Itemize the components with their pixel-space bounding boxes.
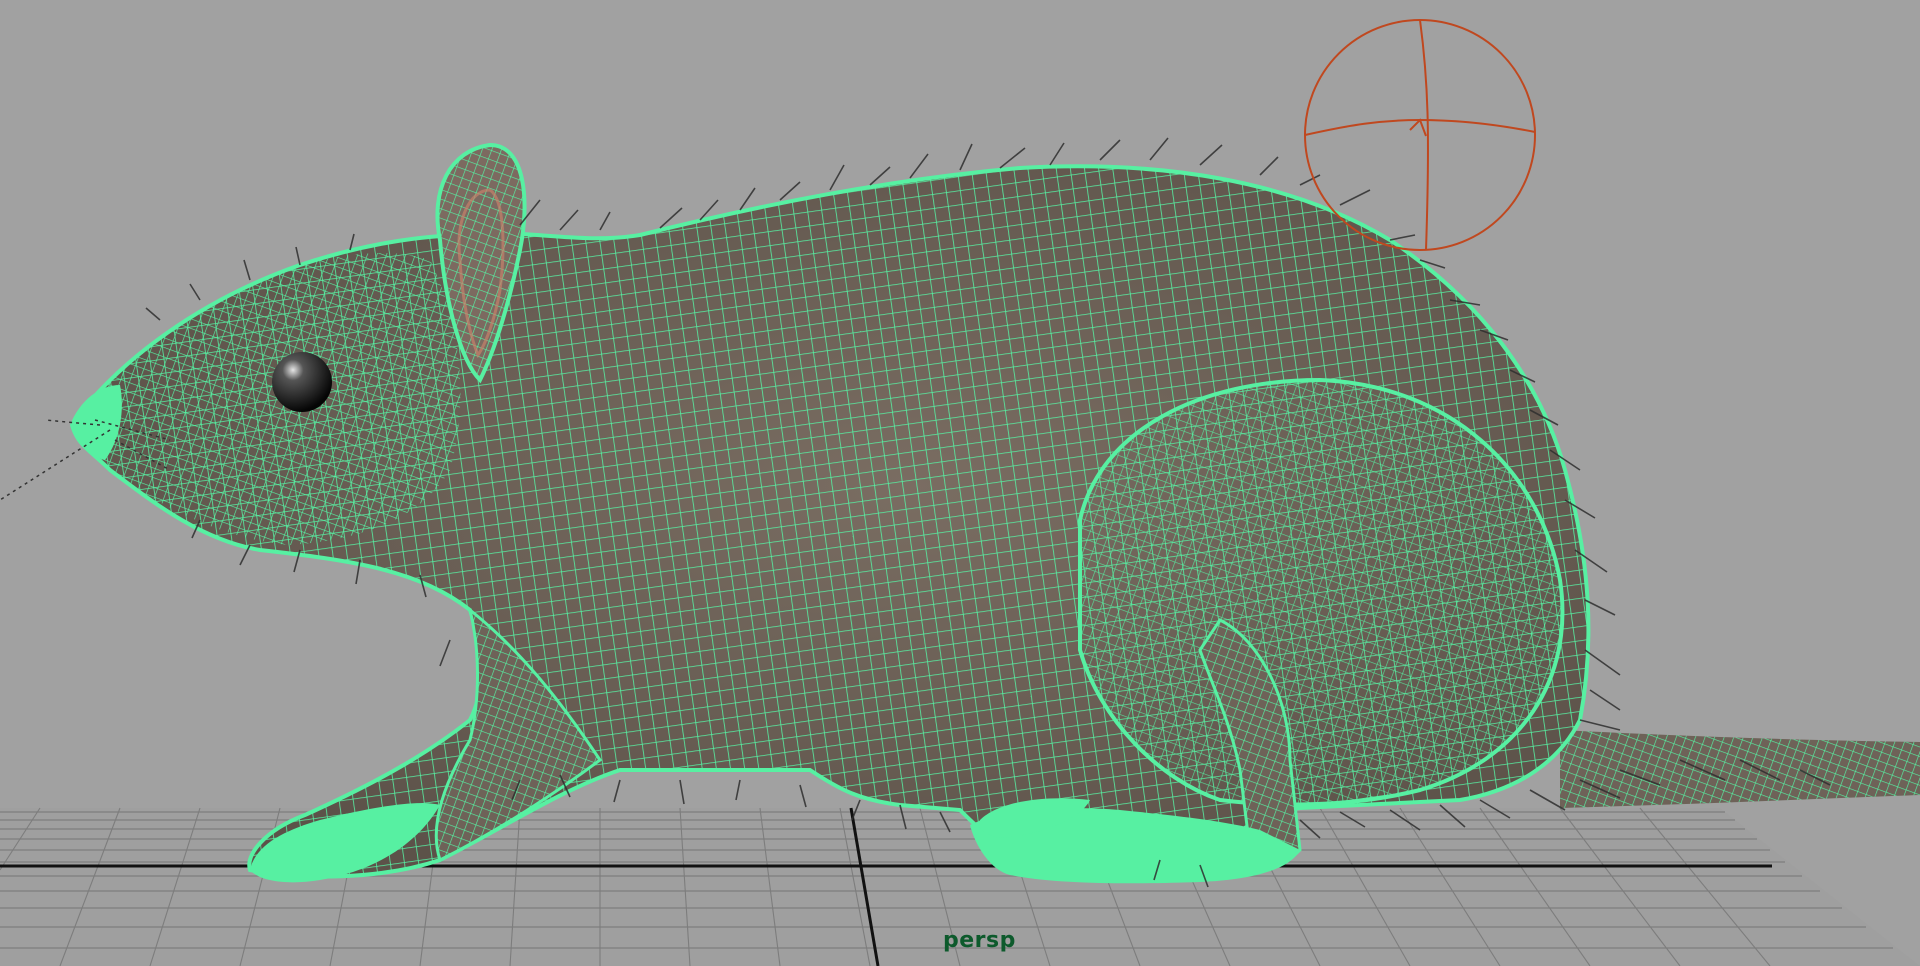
camera-label: persp <box>943 928 1016 953</box>
scene-view[interactable] <box>0 0 1920 966</box>
rat-icon[interactable] <box>0 137 1920 888</box>
viewport-persp[interactable]: persp <box>0 0 1920 966</box>
